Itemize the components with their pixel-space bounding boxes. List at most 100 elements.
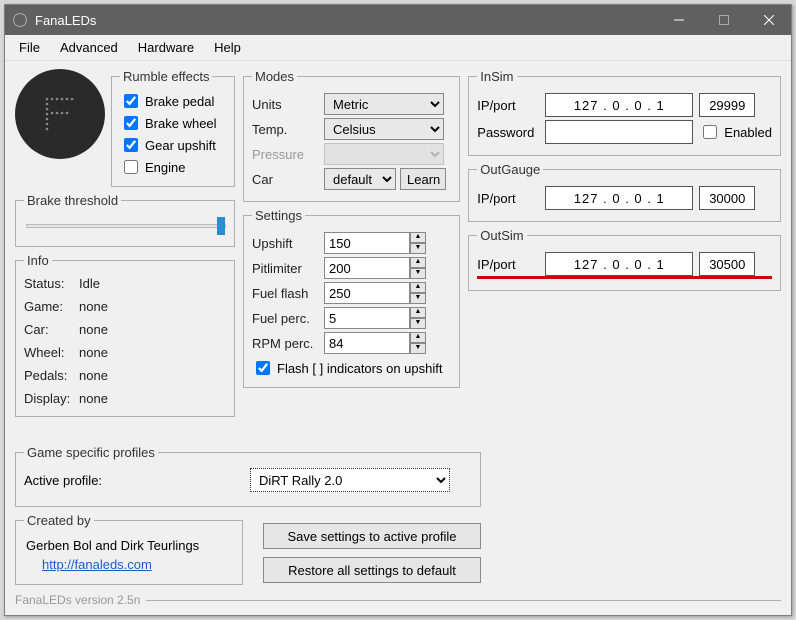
- menu-help[interactable]: Help: [204, 37, 251, 58]
- status-value: Idle: [79, 276, 226, 291]
- pressure-label: Pressure: [252, 147, 320, 162]
- insim-ip-input[interactable]: 127 . 0 . 0 . 1: [545, 93, 693, 117]
- outsim-ipport-label: IP/port: [477, 257, 539, 272]
- created-legend: Created by: [24, 513, 94, 528]
- upshift-input[interactable]: [324, 232, 410, 254]
- wheel-value: none: [79, 345, 226, 360]
- car-mode-label: Car: [252, 172, 320, 187]
- insim-enabled-checkbox[interactable]: [703, 125, 717, 139]
- maximize-button[interactable]: [701, 5, 746, 35]
- slider-thumb[interactable]: [217, 217, 225, 235]
- titlebar: FanaLEDs: [5, 5, 791, 35]
- fuelperc-up-icon[interactable]: ▲: [410, 307, 426, 318]
- menu-file[interactable]: File: [9, 37, 50, 58]
- engine-checkbox[interactable]: [124, 160, 138, 174]
- status-label: Status:: [24, 276, 79, 291]
- brake-threshold-group: Brake threshold: [15, 193, 235, 247]
- flash-indicators-label: Flash [ ] indicators on upshift: [277, 361, 442, 376]
- temp-label: Temp.: [252, 122, 320, 137]
- insim-ipport-label: IP/port: [477, 98, 539, 113]
- close-button[interactable]: [746, 5, 791, 35]
- flash-indicators-checkbox[interactable]: [256, 361, 270, 375]
- units-select[interactable]: Metric: [324, 93, 444, 115]
- fuelperc-down-icon[interactable]: ▼: [410, 318, 426, 329]
- active-profile-label: Active profile:: [24, 473, 244, 488]
- outsim-legend: OutSim: [477, 228, 526, 243]
- rumble-legend: Rumble effects: [120, 69, 212, 84]
- active-profile-select[interactable]: DiRT Rally 2.0: [250, 468, 450, 492]
- insim-group: InSim IP/port 127 . 0 . 0 . 1 29999 Pass…: [468, 69, 781, 156]
- fuelperc-input[interactable]: [324, 307, 410, 329]
- insim-password-label: Password: [477, 125, 539, 140]
- outgauge-ipport-label: IP/port: [477, 191, 539, 206]
- fuelflash-label: Fuel flash: [252, 286, 320, 301]
- car-select[interactable]: default: [324, 168, 396, 190]
- outgauge-port-input[interactable]: 30000: [699, 186, 755, 210]
- outgauge-ip-input[interactable]: 127 . 0 . 0 . 1: [545, 186, 693, 210]
- info-legend: Info: [24, 253, 52, 268]
- rpmperc-down-icon[interactable]: ▼: [410, 343, 426, 354]
- menu-hardware[interactable]: Hardware: [128, 37, 204, 58]
- brake-wheel-checkbox[interactable]: [124, 116, 138, 130]
- window-title: FanaLEDs: [35, 13, 656, 28]
- divider: [146, 600, 781, 601]
- outgauge-legend: OutGauge: [477, 162, 543, 177]
- settings-legend: Settings: [252, 208, 305, 223]
- display-value: none: [79, 391, 226, 406]
- car-value: none: [79, 322, 226, 337]
- gear-upshift-checkbox[interactable]: [124, 138, 138, 152]
- fuelflash-input[interactable]: [324, 282, 410, 304]
- units-label: Units: [252, 97, 320, 112]
- insim-enabled-label: Enabled: [724, 125, 772, 140]
- save-settings-button[interactable]: Save settings to active profile: [263, 523, 481, 549]
- app-logo: [15, 69, 105, 159]
- modes-group: Modes UnitsMetric Temp.Celsius Pressure …: [243, 69, 460, 202]
- brake-threshold-legend: Brake threshold: [24, 193, 121, 208]
- outgauge-group: OutGauge IP/port 127 . 0 . 0 . 1 30000: [468, 162, 781, 222]
- rpmperc-label: RPM perc.: [252, 336, 320, 351]
- brake-wheel-label: Brake wheel: [145, 116, 217, 131]
- fuelflash-up-icon[interactable]: ▲: [410, 282, 426, 293]
- restore-settings-button[interactable]: Restore all settings to default: [263, 557, 481, 583]
- pitlimiter-down-icon[interactable]: ▼: [410, 268, 426, 279]
- settings-group: Settings Upshift▲▼ Pitlimiter▲▼ Fuel fla…: [243, 208, 460, 388]
- outsim-ip-input[interactable]: 127 . 0 . 0 . 1: [545, 252, 693, 276]
- insim-port-input[interactable]: 29999: [699, 93, 755, 117]
- pitlimiter-up-icon[interactable]: ▲: [410, 257, 426, 268]
- brake-threshold-slider[interactable]: [26, 224, 226, 228]
- brake-pedal-label: Brake pedal: [145, 94, 214, 109]
- upshift-label: Upshift: [252, 236, 320, 251]
- learn-button[interactable]: Learn: [400, 168, 446, 190]
- menu-advanced[interactable]: Advanced: [50, 37, 128, 58]
- minimize-button[interactable]: [656, 5, 701, 35]
- insim-legend: InSim: [477, 69, 516, 84]
- fanaleds-link[interactable]: http://fanaleds.com: [26, 553, 152, 572]
- outsim-group: OutSim IP/port 127 . 0 . 0 . 1 30500: [468, 228, 781, 291]
- pedals-label: Pedals:: [24, 368, 79, 383]
- pitlimiter-input[interactable]: [324, 257, 410, 279]
- fuelperc-label: Fuel perc.: [252, 311, 320, 326]
- upshift-up-icon[interactable]: ▲: [410, 232, 426, 243]
- game-value: none: [79, 299, 226, 314]
- pedals-value: none: [79, 368, 226, 383]
- outsim-port-input[interactable]: 30500: [699, 252, 755, 276]
- car-label: Car:: [24, 322, 79, 337]
- rpmperc-up-icon[interactable]: ▲: [410, 332, 426, 343]
- wheel-label: Wheel:: [24, 345, 79, 360]
- modes-legend: Modes: [252, 69, 297, 84]
- app-window: FanaLEDs File Advanced Hardware Help Rum: [4, 4, 792, 616]
- rpmperc-input[interactable]: [324, 332, 410, 354]
- created-by-group: Created by Gerben Bol and Dirk Teurlings…: [15, 513, 243, 585]
- app-icon: [13, 13, 27, 27]
- temp-select[interactable]: Celsius: [324, 118, 444, 140]
- gear-upshift-label: Gear upshift: [145, 138, 216, 153]
- brake-pedal-checkbox[interactable]: [124, 94, 138, 108]
- engine-label: Engine: [145, 160, 185, 175]
- fuelflash-down-icon[interactable]: ▼: [410, 293, 426, 304]
- created-by-text: Gerben Bol and Dirk Teurlings: [26, 538, 232, 553]
- insim-password-input[interactable]: [545, 120, 693, 144]
- upshift-down-icon[interactable]: ▼: [410, 243, 426, 254]
- display-label: Display:: [24, 391, 79, 406]
- info-group: Info Status:Idle Game:none Car:none Whee…: [15, 253, 235, 417]
- rumble-effects-group: Rumble effects Brake pedal Brake wheel G…: [111, 69, 235, 187]
